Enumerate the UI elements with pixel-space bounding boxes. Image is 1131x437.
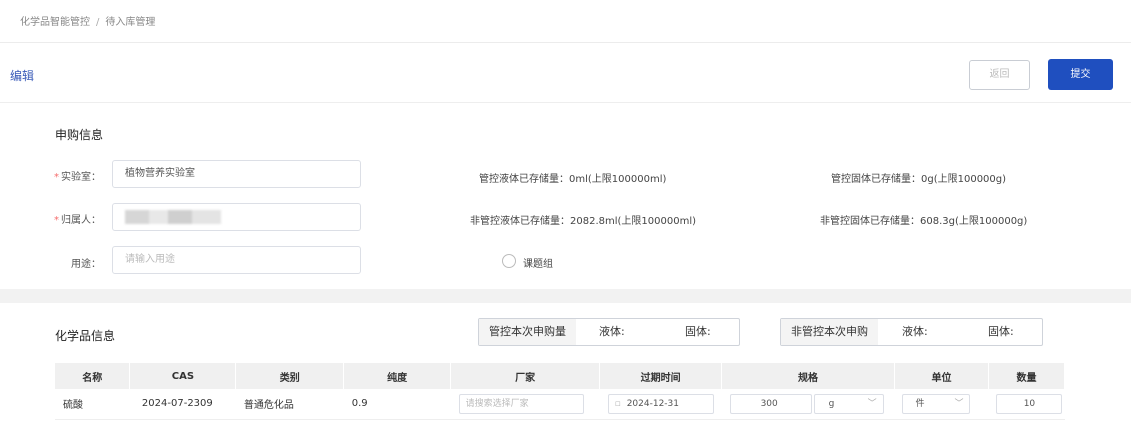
table-header-row: 名称 CAS 类别 纯度 厂家 过期时间 规格 单位 数量	[55, 363, 1066, 389]
nonctrl-summary-liquid: 液体:	[902, 325, 928, 338]
section-divider	[0, 289, 1131, 303]
chevron-down-icon: ﹀	[867, 398, 877, 409]
maker-select[interactable]: 请搜索选择厂家	[458, 393, 584, 414]
cell-cas: 2024-07-2309	[129, 389, 236, 420]
group-radio[interactable]	[502, 254, 516, 268]
calendar-icon: ▫	[614, 398, 621, 409]
col-header: 厂家	[450, 363, 601, 389]
ctrl-summary-tag: 管控本次申购量	[479, 319, 576, 345]
page-title: 编辑	[10, 69, 35, 83]
spec-unit-select[interactable]: g ﹀	[813, 393, 884, 414]
unit-select[interactable]: 件 ﹀	[902, 393, 971, 414]
breadcrumb: 化学品智能管控 / 待入库管理	[20, 13, 155, 28]
owner-field[interactable]	[112, 203, 361, 231]
nonctrl-summary-solid: 固体:	[988, 325, 1014, 338]
col-header: 名称	[55, 363, 131, 389]
cell-purity: 0.9	[343, 389, 451, 420]
purchase-section-title: 申购信息	[55, 128, 104, 142]
nonctrl-purchase-summary: 非管控本次申购 液体: 固体:	[780, 318, 1043, 346]
col-header: 单位	[894, 363, 989, 389]
col-header: 数量	[988, 363, 1066, 389]
col-header: 过期时间	[599, 363, 723, 389]
breadcrumb-separator: /	[96, 17, 100, 28]
chevron-down-icon: ﹀	[954, 398, 964, 409]
cell-category: 普通危化品	[235, 389, 344, 420]
col-header: 纯度	[343, 363, 452, 389]
redacted-owner	[125, 210, 221, 224]
chemical-table: 名称 CAS 类别 纯度 厂家 过期时间 规格 单位 数量 硫酸 2024-07…	[55, 363, 1066, 420]
chemical-section-title: 化学品信息	[55, 329, 116, 343]
ctrl-liquid-storage: 管控液体已存储量：0ml(上限100000ml)	[479, 174, 667, 185]
required-mark: *	[54, 215, 59, 226]
col-header: 类别	[235, 363, 345, 389]
required-mark: *	[54, 172, 59, 183]
ctrl-solid-storage: 管控固体已存储量：0g(上限100000g)	[831, 174, 1007, 185]
spec-value-input[interactable]: 300	[729, 393, 812, 414]
edit-header: 编辑 返回 提交	[0, 45, 1131, 103]
lab-label: * 实验室：	[54, 172, 101, 183]
ctrl-summary-liquid: 液体:	[599, 325, 625, 338]
table-row: 硫酸 2024-07-2309 普通危化品 0.9 请搜索选择厂家 ▫ 2024-…	[55, 389, 1065, 420]
quantity-input[interactable]: 10	[996, 393, 1063, 414]
ctrl-summary-solid: 固体:	[685, 325, 711, 338]
breadcrumb-root[interactable]: 化学品智能管控	[20, 17, 90, 28]
back-button[interactable]: 返回	[969, 60, 1030, 90]
lab-field[interactable]: 植物营养实验室	[112, 160, 361, 188]
breadcrumb-current: 待入库管理	[105, 17, 156, 28]
group-radio-label[interactable]: 课题组	[523, 255, 553, 270]
nonctrl-summary-tag: 非管控本次申购	[781, 319, 878, 345]
nonctrl-solid-storage: 非管控固体已存储量：608.3g(上限100000g)	[820, 216, 1028, 227]
nonctrl-liquid-storage: 非管控液体已存储量：2082.8ml(上限100000ml)	[470, 216, 697, 227]
owner-label: * 归属人：	[54, 215, 101, 226]
col-header: CAS	[129, 363, 237, 389]
expiry-date-picker[interactable]: ▫ 2024-12-31	[607, 393, 714, 414]
purpose-label: 用途：	[71, 259, 101, 270]
submit-button[interactable]: 提交	[1048, 59, 1113, 90]
purpose-input[interactable]: 请输入用途	[112, 246, 361, 274]
col-header: 规格	[721, 363, 895, 389]
ctrl-purchase-summary: 管控本次申购量 液体: 固体:	[478, 318, 740, 346]
cell-name: 硫酸	[55, 389, 130, 420]
